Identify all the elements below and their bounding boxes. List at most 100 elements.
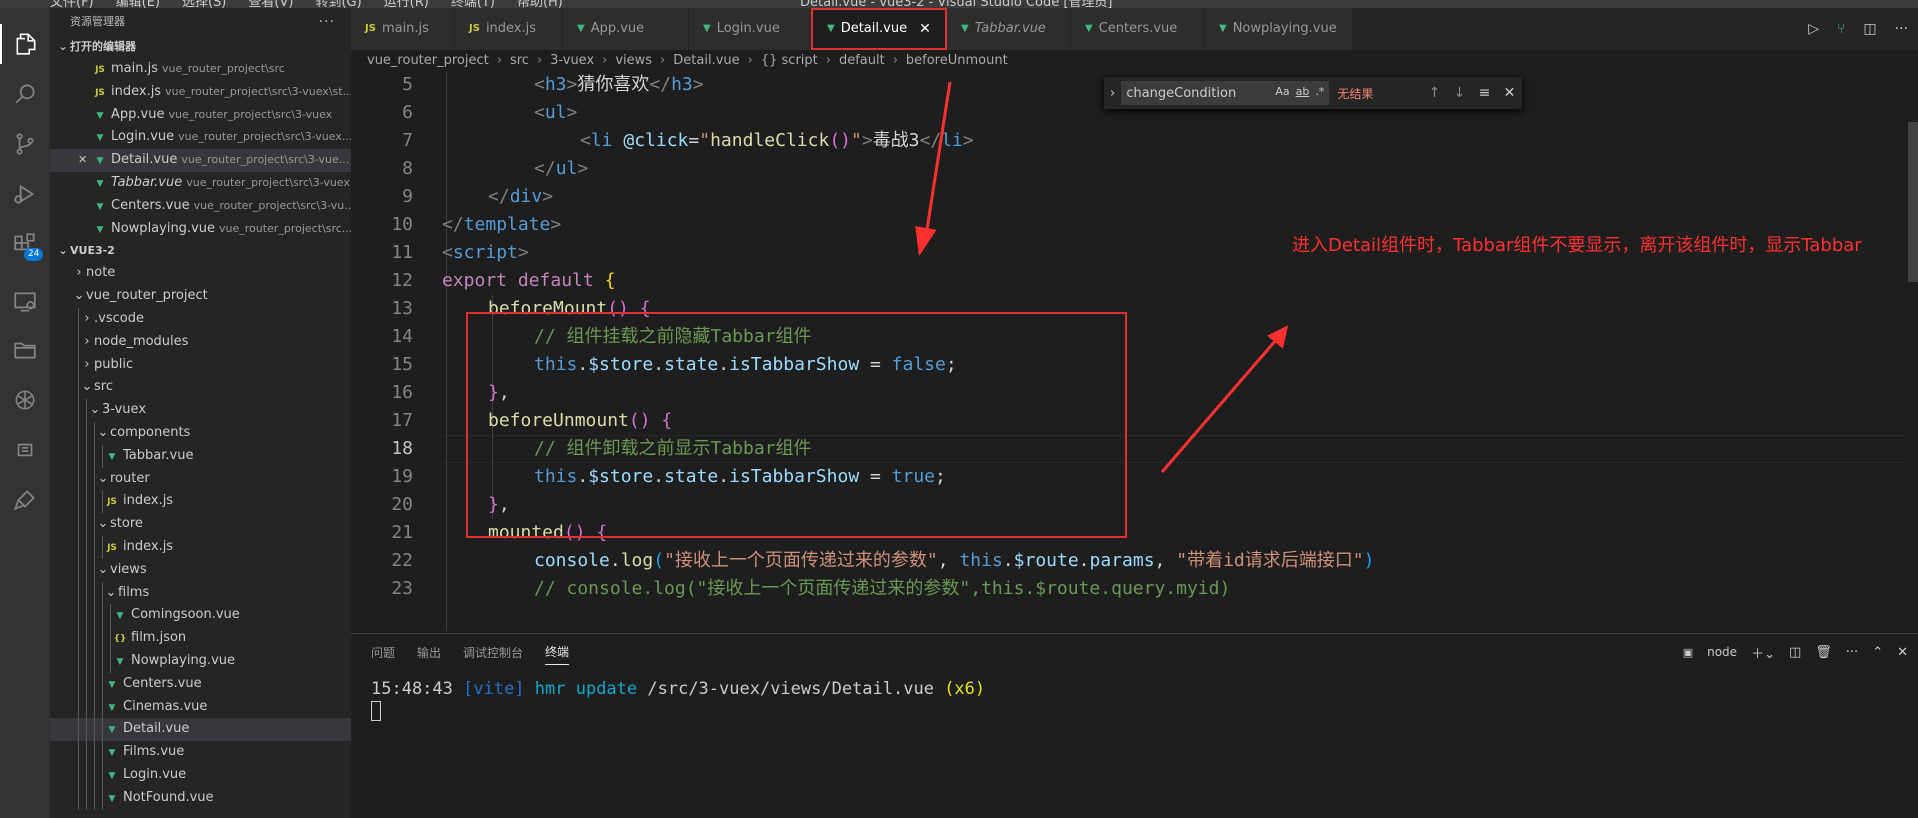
extensions-icon[interactable]: 24 (0, 224, 50, 264)
breadcrumb-item[interactable]: vue_router_project (367, 50, 489, 72)
tree-item[interactable]: › note (50, 262, 351, 285)
tab-login-vue[interactable]: ▼ Login.vue (689, 8, 811, 50)
tree-item[interactable]: JS index.js (50, 535, 351, 559)
tree-item[interactable]: ▼ Centers.vue (50, 672, 351, 696)
tree-item[interactable]: ⌄ components (50, 421, 351, 445)
tree-item[interactable]: ⌄ store (50, 513, 351, 536)
menu-item[interactable]: 编辑(E) (116, 0, 160, 8)
tab-index-js[interactable]: JS index.js (455, 8, 563, 50)
search-icon[interactable] (0, 74, 50, 114)
breadcrumb-item[interactable]: beforeUnmount (906, 50, 1008, 72)
tab-nowplaying-vue[interactable]: ▼ Nowplaying.vue (1205, 8, 1353, 50)
menu-item[interactable]: 转到(G) (315, 0, 361, 8)
open-editor-item[interactable]: ▼ Login.vue vue_router_project\src\3-vuex.… (50, 126, 351, 149)
close-find-icon[interactable]: ✕ (1497, 85, 1522, 101)
breadcrumb-item[interactable]: {} script (761, 50, 818, 72)
open-editor-item[interactable]: JS index.js vue_router_project\src\3-vuex\… (50, 81, 351, 104)
breadcrumb-item[interactable]: Detail.vue (673, 50, 739, 72)
menu-item[interactable]: 帮助(H) (517, 0, 563, 8)
explorer-icon[interactable] (0, 24, 50, 64)
kill-terminal-icon[interactable]: 🗑 (1815, 645, 1832, 660)
find-input[interactable]: changeCondition Aa ab .* (1121, 81, 1330, 105)
more-icon[interactable]: ··· (1846, 645, 1858, 660)
menu-item[interactable]: 终端(T) (451, 0, 495, 8)
panel-tab[interactable]: 输出 (417, 644, 441, 661)
regex-icon[interactable]: .* (1315, 85, 1324, 98)
tab-detail-vue[interactable]: ▼ Detail.vue ✕ (811, 8, 947, 50)
more-actions-icon[interactable]: ··· (319, 8, 335, 36)
open-editor-path: vue_router_project\src (162, 62, 285, 75)
tree-item[interactable]: ▼ NotFound.vue (50, 786, 351, 810)
open-editor-item[interactable]: ▼ App.vue vue_router_project\src\3-vuex (50, 104, 351, 127)
folder-icon[interactable] (0, 330, 50, 370)
terminal-output[interactable]: 15:48:43 [vite] hmr update /src/3-vuex/v… (371, 678, 985, 722)
close-icon[interactable]: ✕ (78, 149, 92, 172)
remote-explorer-icon[interactable] (0, 282, 50, 322)
tab-tabbar-vue[interactable]: ▼ Tabbar.vue (947, 8, 1071, 50)
match-case-icon[interactable]: Aa (1275, 85, 1289, 98)
find-in-selection-icon[interactable]: ≡ (1472, 85, 1497, 101)
tree-item[interactable]: ▼ Cinemas.vue (50, 695, 351, 719)
split-editor-icon[interactable]: ◫ (1863, 21, 1876, 37)
maximize-panel-icon[interactable]: ⌃ (1872, 645, 1883, 660)
terminal-icon[interactable]: ▣ (1683, 646, 1693, 659)
scrollbar[interactable] (1904, 72, 1918, 633)
compare-icon[interactable]: ⑂ (1837, 21, 1845, 37)
tree-item[interactable]: › node_modules (50, 330, 351, 354)
run-icon[interactable]: ▷ (1808, 21, 1819, 37)
panel-tab[interactable]: 问题 (371, 644, 395, 661)
tree-item[interactable]: JS index.js (50, 490, 351, 514)
tree-item[interactable]: › public (50, 353, 351, 377)
tree-item[interactable]: {} film.json (50, 627, 351, 650)
panel-icon[interactable] (0, 430, 50, 470)
previous-match-icon[interactable]: ↑ (1422, 85, 1447, 101)
breadcrumb-item[interactable]: default (839, 50, 885, 72)
breadcrumb-item[interactable]: 3-vuex (550, 50, 594, 72)
menu-item[interactable]: 查看(V) (248, 0, 293, 8)
tree-item[interactable]: ▼ Tabbar.vue (50, 444, 351, 468)
tree-item[interactable]: ⌄ vue_router_project (50, 285, 351, 308)
tree-item[interactable]: ▼ Detail.vue (50, 718, 351, 742)
terminal-name[interactable]: node (1707, 645, 1737, 659)
close-icon[interactable]: ✕ (919, 8, 931, 50)
breadcrumb-item[interactable]: src (510, 50, 529, 72)
panel-tab[interactable]: 终端 (545, 643, 570, 665)
menu-item[interactable]: 运行(R) (384, 0, 429, 8)
more-icon[interactable]: ··· (1895, 21, 1908, 37)
breadcrumb-item[interactable]: views (615, 50, 652, 72)
tree-item[interactable]: ⌄ src (50, 376, 351, 400)
tree-item[interactable]: ▼ Login.vue (50, 763, 351, 787)
tree-item[interactable]: ▼ Nowplaying.vue (50, 649, 351, 673)
split-terminal-icon[interactable]: ◫ (1789, 645, 1801, 660)
next-match-icon[interactable]: ↓ (1447, 85, 1472, 101)
close-panel-icon[interactable]: ✕ (1897, 645, 1908, 660)
toggle-replace-icon[interactable]: › (1104, 86, 1121, 101)
menu-item[interactable]: 选择(S) (182, 0, 226, 8)
open-editor-item[interactable]: ▼ Nowplaying.vue vue_router_project\src... (50, 218, 351, 241)
workspace-section[interactable]: ⌄ VUE3-2 (50, 240, 351, 262)
tree-item[interactable]: › .vscode (50, 307, 351, 331)
tree-item[interactable]: ▼ Comingsoon.vue (50, 604, 351, 628)
source-control-icon[interactable] (0, 124, 50, 164)
tree-item[interactable]: ▼ Films.vue (50, 741, 351, 764)
open-editor-item[interactable]: ✕ ▼ Detail.vue vue_router_project\src\3-vue… (50, 149, 351, 172)
whole-word-icon[interactable]: ab (1296, 85, 1310, 98)
menu-item[interactable]: 文件(F) (50, 0, 94, 8)
scrollbar-thumb[interactable] (1908, 122, 1918, 282)
tree-item[interactable]: ⌄ router (50, 467, 351, 491)
open-editor-item[interactable]: ▼ Tabbar.vue vue_router_project\src\3-vuex… (50, 172, 351, 195)
open-editor-item[interactable]: JS main.js vue_router_project\src (50, 58, 351, 81)
brush-icon[interactable] (0, 480, 50, 520)
open-editor-item[interactable]: ▼ Centers.vue vue_router_project\src\3-vu.… (50, 195, 351, 218)
ai-assistant-icon[interactable] (0, 380, 50, 420)
run-debug-icon[interactable] (0, 174, 50, 214)
tree-item[interactable]: ⌄ films (50, 581, 351, 605)
tab-app-vue[interactable]: ▼ App.vue (563, 8, 689, 50)
tab-centers-vue[interactable]: ▼ Centers.vue (1071, 8, 1205, 50)
panel-tab[interactable]: 调试控制台 (463, 644, 523, 661)
tree-item[interactable]: ⌄ 3-vuex (50, 399, 351, 422)
new-terminal-icon[interactable]: ＋⌄ (1751, 643, 1775, 662)
tab-main-js[interactable]: JS main.js (351, 8, 455, 50)
tree-item[interactable]: ⌄ views (50, 558, 351, 582)
open-editors-section[interactable]: ⌄ 打开的编辑器 (50, 36, 351, 58)
